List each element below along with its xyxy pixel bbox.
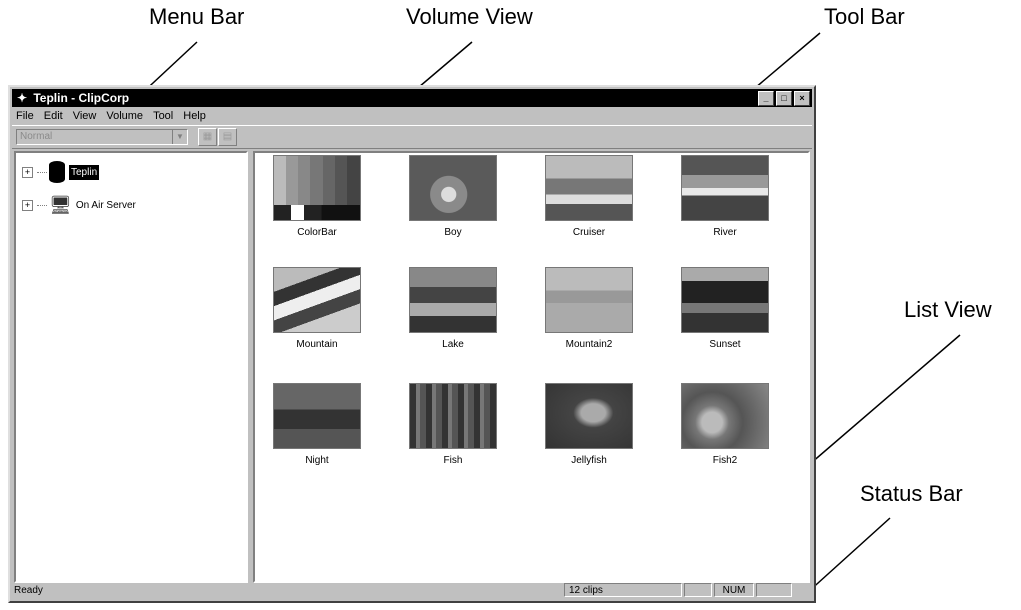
menu-bar: File Edit View Volume Tool Help [12,108,812,124]
clip-thumbnail [409,383,497,449]
tree-item-label: Teplin [69,164,100,180]
clip-thumbnail [681,383,769,449]
menu-file[interactable]: File [16,108,34,124]
computer-icon: 🖥 [49,195,72,215]
menu-help[interactable]: Help [183,108,206,124]
toolbar-button-1[interactable]: ▦ [198,128,217,146]
clip-item[interactable]: Sunset [677,267,773,350]
clip-item[interactable]: Boy [405,155,501,238]
tree-item-teplin[interactable]: + Teplin [22,161,100,183]
clip-thumbnail [545,383,633,449]
list-view[interactable]: ColorBar Boy Cruiser River Mountain Lake… [253,151,810,583]
clip-thumbnail [545,155,633,221]
status-clip-count: 12 clips [564,583,682,597]
status-blank-pane [684,583,712,597]
clip-item[interactable]: Mountain [269,267,365,350]
clip-thumbnail [545,267,633,333]
mode-select[interactable]: Normal ▼ [16,129,188,145]
clip-label: Mountain2 [565,339,613,350]
clip-label: River [713,227,737,238]
expand-icon[interactable]: + [22,200,33,211]
clip-label: Fish2 [712,455,738,466]
title-bar[interactable]: ✦ Teplin - ClipCorp _ □ × [12,89,812,107]
callout-list-view: List View [904,297,992,322]
clip-thumbnail [409,267,497,333]
tree-connector [37,205,47,206]
callout-tool-bar: Tool Bar [824,4,905,29]
clip-item[interactable]: Fish [405,383,501,466]
menu-edit[interactable]: Edit [44,108,63,124]
clip-label: ColorBar [297,227,337,238]
menu-tool[interactable]: Tool [153,108,173,124]
clip-thumbnail [273,383,361,449]
clip-label: Lake [442,339,464,350]
tool-bar: Normal ▼ ▦ ▤ [12,125,812,149]
clip-label: Night [305,455,329,466]
expand-icon[interactable]: + [22,166,33,178]
app-icon[interactable]: ✦ [16,89,28,107]
minimize-button[interactable]: _ [758,91,774,106]
clip-item[interactable]: Cruiser [541,155,637,238]
clip-thumbnail [409,155,497,221]
menu-view[interactable]: View [73,108,97,124]
tree-item-label: On Air Server [75,200,136,211]
clip-label: Jellyfish [571,455,607,466]
app-window: ✦ Teplin - ClipCorp _ □ × File Edit View… [8,85,816,603]
clip-item[interactable]: Mountain2 [541,267,637,350]
clip-label: Fish [443,455,463,466]
clip-item[interactable]: Fish2 [677,383,773,466]
status-blank-pane [756,583,792,597]
tree-connector [37,171,47,173]
callout-status-bar: Status Bar [860,481,963,506]
close-button[interactable]: × [794,91,810,106]
clip-item[interactable]: Night [269,383,365,466]
toolbar-button-2[interactable]: ▤ [218,128,237,146]
properties-icon: ▤ [222,131,233,142]
clip-thumbnail [681,267,769,333]
chevron-down-icon[interactable]: ▼ [172,130,187,144]
window-title: Teplin - ClipCorp [33,91,130,105]
clip-label: Cruiser [572,227,606,238]
status-text: Ready [14,585,43,596]
status-num-lock: NUM [714,583,754,597]
clip-item[interactable]: Lake [405,267,501,350]
clip-item[interactable]: River [677,155,773,238]
callout-volume-view: Volume View [406,4,533,29]
clip-item[interactable]: ColorBar [269,155,365,238]
database-icon [49,161,65,183]
grid-icon: ▦ [202,131,213,142]
tree-item-on-air-server[interactable]: + 🖥 On Air Server [22,195,136,216]
clip-item[interactable]: Jellyfish [541,383,637,466]
volume-view[interactable]: + Teplin + 🖥 On Air Server [14,151,248,583]
clip-label: Sunset [709,339,741,350]
menu-volume[interactable]: Volume [106,108,143,124]
status-bar: Ready 12 clips NUM [12,583,812,599]
clip-label: Mountain [296,339,338,350]
mode-select-value: Normal [20,131,53,142]
callout-menu-bar: Menu Bar [149,4,245,29]
maximize-button[interactable]: □ [776,91,792,106]
clip-label: Boy [444,227,462,238]
clip-thumbnail [273,155,361,221]
clip-thumbnail [273,267,361,333]
clip-thumbnail [681,155,769,221]
